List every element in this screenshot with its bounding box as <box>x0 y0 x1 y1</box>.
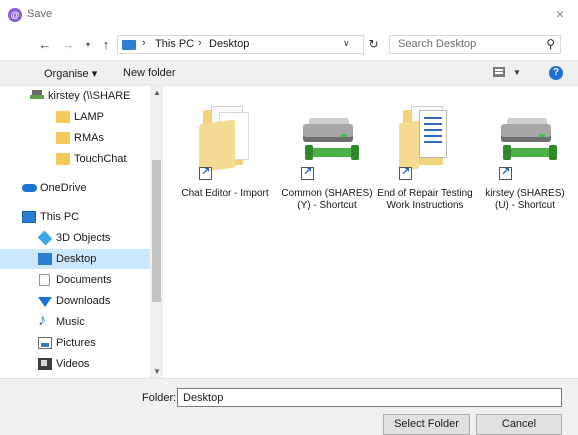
help-icon[interactable]: ? <box>549 66 563 80</box>
nav-item-videos[interactable]: Videos <box>0 354 150 374</box>
nav-item-label: Desktop <box>56 253 97 265</box>
organise-menu-button[interactable]: Organise ▾ <box>44 67 97 80</box>
pc-icon <box>22 211 36 223</box>
desktop-icon <box>38 253 52 265</box>
folder-icon <box>56 132 70 144</box>
up-arrow-icon[interactable]: ↑ <box>98 37 114 53</box>
nav-item-label: kirstey (\\SHARE <box>48 90 131 102</box>
videos-icon <box>38 358 52 370</box>
document-folder-shortcut-icon <box>395 100 455 180</box>
network-drive-shortcut-icon <box>297 100 359 180</box>
documents-icon <box>39 274 50 286</box>
search-box[interactable]: Search Desktop ⚲ <box>389 35 561 54</box>
nav-item-label: Music <box>56 316 85 328</box>
nav-item-onedrive[interactable]: OneDrive <box>0 178 150 198</box>
folder-field[interactable] <box>177 388 562 407</box>
nav-pane-scrollbar[interactable]: ▲ ▼ <box>150 86 163 378</box>
nav-item-this-pc[interactable]: This PC <box>0 207 150 227</box>
nav-item-label: TouchChat <box>74 153 127 165</box>
nav-item-label: LAMP <box>74 111 104 123</box>
refresh-icon[interactable]: ↻ <box>364 35 383 54</box>
nav-item-label: Downloads <box>56 295 111 307</box>
nav-item-desktop[interactable]: Desktop <box>0 249 150 269</box>
nav-item-label: Documents <box>56 274 112 286</box>
scroll-up-chevron-icon[interactable]: ▲ <box>153 88 161 97</box>
search-icon[interactable]: ⚲ <box>546 37 555 51</box>
folder-icon <box>56 153 70 165</box>
nav-item-label: 3D Objects <box>56 232 111 244</box>
app-icon: @ <box>8 8 22 22</box>
cancel-button[interactable]: Cancel <box>476 414 562 435</box>
network-drive-shortcut-icon <box>495 100 557 180</box>
scroll-down-chevron-icon[interactable]: ▼ <box>153 367 161 376</box>
nav-item-touchchat[interactable]: TouchChat <box>0 149 150 169</box>
nav-item-3d-objects[interactable]: 3D Objects <box>0 228 150 248</box>
file-item-common-shares[interactable]: Common (SHARES) (Y) - Shortcut <box>279 94 375 254</box>
close-icon[interactable]: × <box>550 5 570 25</box>
view-options-icon[interactable] <box>493 67 505 77</box>
address-dropdown-icon[interactable]: ∨ <box>343 38 350 49</box>
window-title: Save <box>27 8 53 20</box>
shortcut-arrow-icon <box>399 165 412 180</box>
breadcrumb-this-pc[interactable]: This PC <box>155 38 194 50</box>
file-item-end-of-repair[interactable]: End of Repair Testing Work Instructions <box>377 94 473 254</box>
select-folder-button[interactable]: Select Folder <box>383 414 470 435</box>
folder-label: Folder: <box>142 392 177 404</box>
dialog-footer: Folder: Select Folder Cancel <box>0 378 578 435</box>
recent-locations-chevron-icon[interactable]: ▾ <box>80 37 96 53</box>
file-list: Chat Editor - Import Common (SHARES) (Y)… <box>163 86 578 378</box>
folder-shortcut-icon <box>195 100 255 180</box>
folder-icon <box>56 111 70 123</box>
nav-item-kirstey-share[interactable]: kirstey (\\SHARE <box>0 86 150 106</box>
nav-item-music[interactable]: Music <box>0 312 150 332</box>
nav-item-label: RMAs <box>74 132 104 144</box>
nav-item-pictures[interactable]: Pictures <box>0 333 150 353</box>
this-pc-icon <box>122 40 136 50</box>
nav-item-label: Pictures <box>56 337 96 349</box>
nav-item-lamp[interactable]: LAMP <box>0 107 150 127</box>
3d-objects-icon <box>37 230 53 246</box>
file-item-chat-editor-import[interactable]: Chat Editor - Import <box>177 94 273 254</box>
navigation-pane: kirstey (\\SHARE LAMP RMAs TouchChat One… <box>0 86 163 378</box>
network-drive-icon <box>30 90 44 99</box>
breadcrumb-desktop[interactable]: Desktop <box>209 38 249 50</box>
downloads-icon <box>38 297 52 307</box>
file-name: kirstey (SHARES) (U) - Shortcut <box>485 188 565 211</box>
onedrive-icon <box>22 184 37 192</box>
shortcut-arrow-icon <box>301 165 314 180</box>
nav-item-label: OneDrive <box>40 182 87 194</box>
forward-arrow-icon[interactable]: → <box>60 37 76 53</box>
title-bar: @ Save × <box>0 0 578 30</box>
nav-item-label: Videos <box>56 358 90 370</box>
command-toolbar: Organise ▾ New folder ▼ ? <box>0 60 578 86</box>
file-name: Common (SHARES) (Y) - Shortcut <box>281 188 373 211</box>
breadcrumb-separator: › <box>142 37 146 49</box>
scrollbar-thumb[interactable] <box>152 160 161 302</box>
nav-item-documents[interactable]: Documents <box>0 270 150 290</box>
nav-item-downloads[interactable]: Downloads <box>0 291 150 311</box>
shortcut-arrow-icon <box>199 165 212 180</box>
pictures-icon <box>38 337 52 349</box>
nav-item-rmas[interactable]: RMAs <box>0 128 150 148</box>
view-options-chevron-icon[interactable]: ▼ <box>513 68 521 77</box>
music-icon <box>38 312 52 330</box>
search-input[interactable]: Search Desktop <box>398 38 476 50</box>
address-bar[interactable]: › This PC › Desktop <box>117 35 364 54</box>
shortcut-arrow-icon <box>499 165 512 180</box>
file-name: Chat Editor - Import <box>181 188 269 199</box>
nav-item-label: This PC <box>40 211 80 223</box>
file-name: End of Repair Testing Work Instructions <box>377 188 473 211</box>
new-folder-button[interactable]: New folder <box>123 67 176 79</box>
back-arrow-icon[interactable]: ← <box>37 37 53 53</box>
file-item-kirstey-shares[interactable]: kirstey (SHARES) (U) - Shortcut <box>477 94 573 254</box>
breadcrumb-separator: › <box>198 37 202 49</box>
